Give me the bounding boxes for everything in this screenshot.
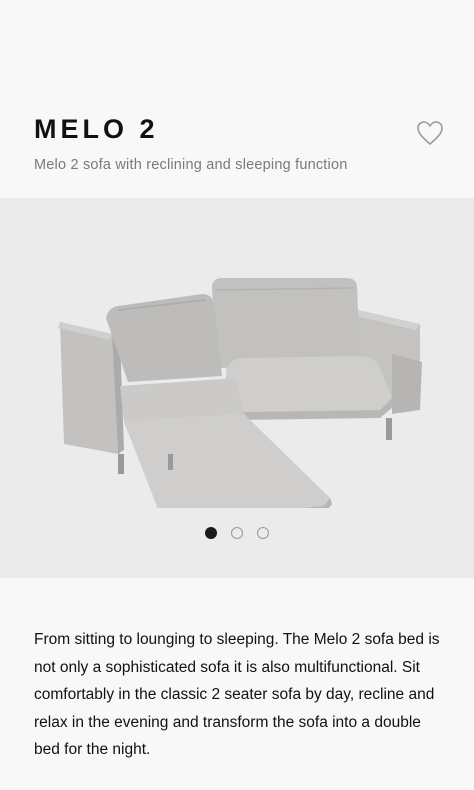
gallery-dot-2[interactable]	[231, 527, 243, 539]
gallery-dot-1[interactable]	[205, 527, 217, 539]
product-subtitle: Melo 2 sofa with reclining and sleeping …	[34, 157, 348, 173]
heart-icon	[417, 121, 443, 145]
favorite-button[interactable]	[416, 120, 444, 146]
gallery-dot-3[interactable]	[257, 527, 269, 539]
product-title: MELO 2	[34, 114, 159, 144]
product-description-section: From sitting to lounging to sleeping. Th…	[0, 578, 474, 790]
product-description: From sitting to lounging to sleeping. Th…	[34, 631, 440, 758]
product-image-gallery[interactable]	[0, 198, 474, 578]
gallery-pagination	[0, 527, 474, 541]
product-header: MELO 2 Melo 2 sofa with reclining and sl…	[0, 0, 474, 198]
sofa-product-image	[58, 278, 422, 508]
